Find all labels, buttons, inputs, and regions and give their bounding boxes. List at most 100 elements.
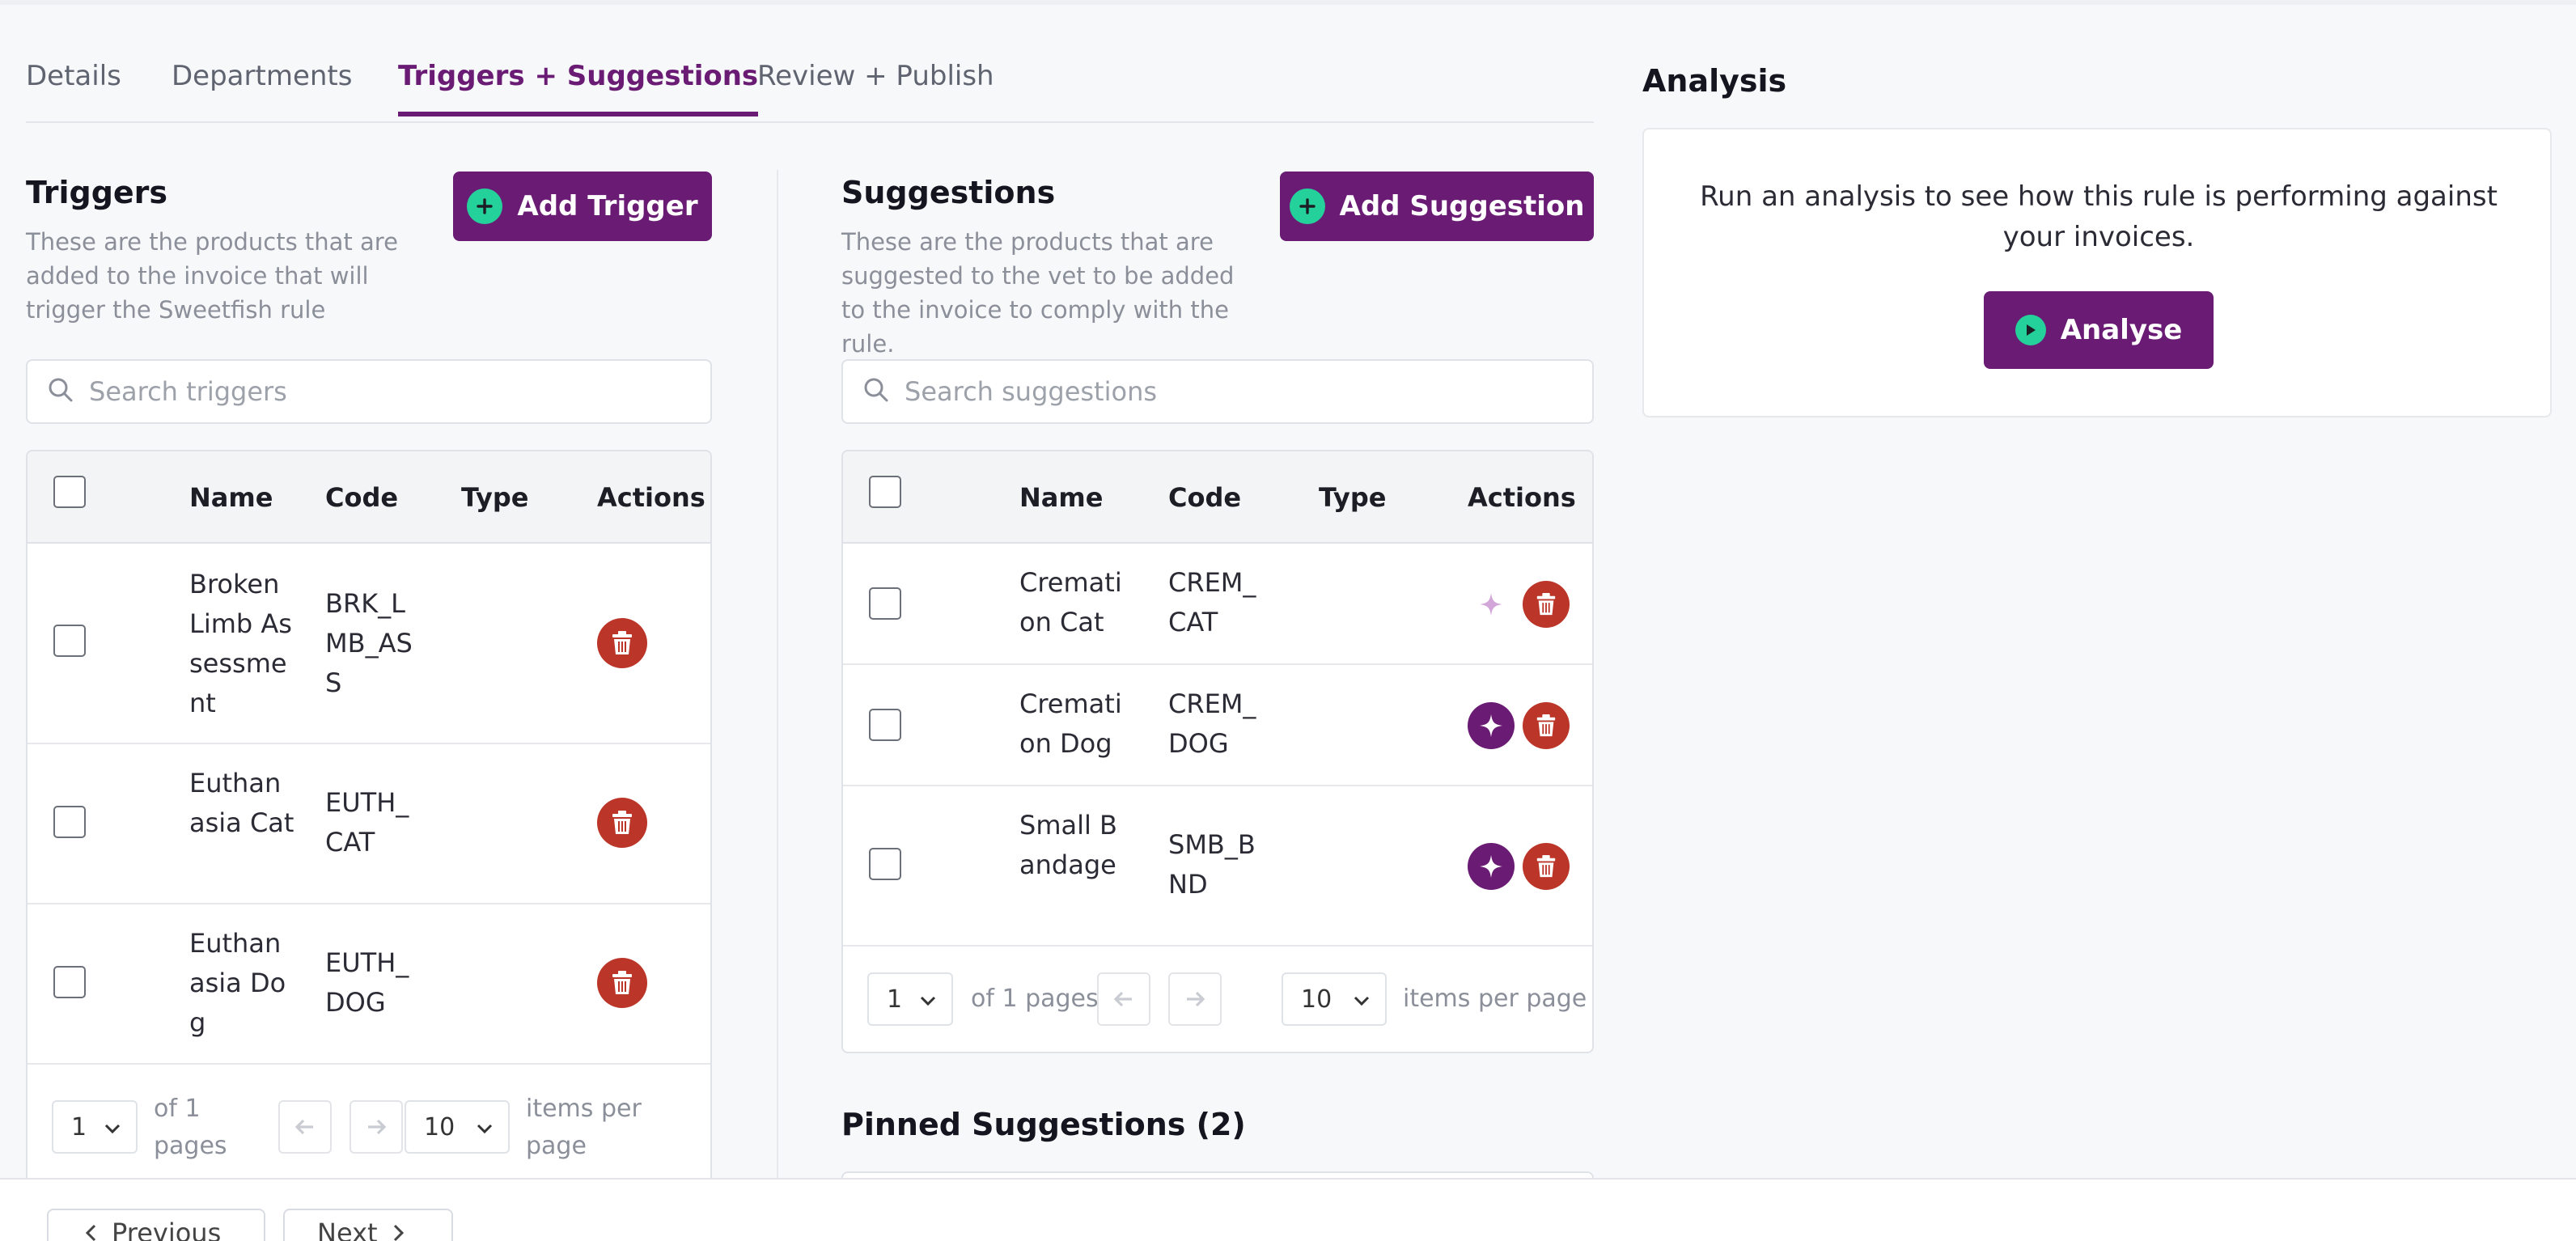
search-icon bbox=[47, 376, 74, 407]
trash-icon bbox=[612, 631, 632, 654]
suggestion-code: CREM_DOG bbox=[1168, 688, 1256, 759]
play-icon bbox=[2015, 315, 2046, 345]
column-actions: Actions bbox=[1468, 482, 1576, 513]
previous-label: Previous bbox=[112, 1218, 222, 1241]
triggers-table-header: Name Code Type Actions bbox=[28, 451, 710, 544]
delete-suggestion-button[interactable] bbox=[1523, 702, 1570, 749]
page-count-text: of 1 pages bbox=[971, 985, 1099, 1013]
row-checkbox[interactable] bbox=[869, 848, 901, 880]
search-suggestions-field[interactable] bbox=[841, 359, 1594, 424]
tab-triggers-suggestions[interactable]: Triggers + Suggestions bbox=[398, 60, 759, 116]
chevron-left-icon bbox=[85, 1224, 96, 1241]
row-checkbox[interactable] bbox=[869, 709, 901, 741]
chevron-down-icon bbox=[920, 996, 936, 1006]
delete-trigger-button[interactable] bbox=[597, 958, 647, 1008]
analysis-card: Run an analysis to see how this rule is … bbox=[1642, 128, 2552, 417]
chevron-down-icon bbox=[477, 1124, 493, 1134]
page-select[interactable]: 1 bbox=[867, 972, 953, 1026]
table-row: Euthanasia Dog EUTH_DOG bbox=[28, 904, 710, 1065]
trigger-code: EUTH_DOG bbox=[325, 947, 409, 1018]
select-all-suggestions-checkbox[interactable] bbox=[869, 476, 901, 508]
table-row: Cremation Cat CREM_CAT bbox=[843, 544, 1592, 665]
column-code: Code bbox=[1168, 482, 1242, 513]
column-name: Name bbox=[1019, 482, 1104, 513]
delete-trigger-button[interactable] bbox=[597, 798, 647, 848]
delete-suggestion-button[interactable] bbox=[1523, 843, 1570, 890]
plus-icon bbox=[1289, 188, 1325, 224]
page-count-text: of 1 pages bbox=[154, 1095, 227, 1160]
per-page-label: items per page bbox=[1403, 985, 1587, 1013]
table-row: Cremation Dog CREM_DOG bbox=[843, 665, 1592, 786]
trash-icon bbox=[1536, 855, 1556, 878]
per-page-select[interactable]: 10 bbox=[405, 1100, 510, 1154]
column-divider bbox=[777, 170, 778, 1181]
per-page-value: 10 bbox=[1301, 985, 1332, 1014]
next-button[interactable]: Next bbox=[283, 1209, 453, 1241]
table-row: Broken Limb Assessment BRK_LMB_ASS bbox=[28, 544, 710, 744]
pin-icon bbox=[1480, 855, 1502, 878]
next-label: Next bbox=[317, 1218, 378, 1241]
analyse-button[interactable]: Analyse bbox=[1984, 291, 2214, 369]
trigger-code: EUTH_CAT bbox=[325, 787, 409, 858]
suggestion-name: Cremation Dog bbox=[1019, 688, 1122, 759]
add-trigger-button[interactable]: Add Trigger bbox=[453, 172, 712, 241]
column-actions: Actions bbox=[597, 482, 705, 513]
pin-suggestion-button[interactable] bbox=[1468, 702, 1515, 749]
tab-review-publish[interactable]: Review + Publish bbox=[757, 60, 994, 112]
arrow-right-icon bbox=[1187, 991, 1205, 1007]
tab-departments[interactable]: Departments bbox=[172, 60, 352, 112]
suggestion-code: SMB_BND bbox=[1168, 829, 1256, 900]
per-page-value: 10 bbox=[424, 1112, 455, 1141]
search-triggers-input[interactable] bbox=[89, 376, 655, 407]
delete-trigger-button[interactable] bbox=[597, 618, 647, 668]
suggestions-table: Name Code Type Actions Cremation Cat CRE… bbox=[841, 450, 1594, 1053]
search-icon bbox=[862, 376, 890, 407]
trigger-name: Euthanasia Dog bbox=[189, 928, 286, 1038]
trash-icon bbox=[1536, 714, 1556, 737]
previous-page-button[interactable] bbox=[278, 1100, 332, 1154]
per-page-select[interactable]: 10 bbox=[1282, 972, 1387, 1026]
arrow-left-icon bbox=[294, 1119, 313, 1135]
add-suggestion-button[interactable]: Add Suggestion bbox=[1280, 172, 1594, 241]
page-select-value: 1 bbox=[71, 1112, 87, 1141]
suggestions-table-header: Name Code Type Actions bbox=[843, 451, 1592, 544]
pinned-suggestions-title: Pinned Suggestions (2) bbox=[841, 1107, 1246, 1142]
analysis-description: Run an analysis to see how this rule is … bbox=[1700, 180, 2498, 253]
next-page-button[interactable] bbox=[1168, 972, 1222, 1026]
pin-suggestion-button[interactable] bbox=[1468, 843, 1515, 890]
search-triggers-field[interactable] bbox=[26, 359, 712, 424]
add-suggestion-label: Add Suggestion bbox=[1339, 190, 1585, 222]
chevron-down-icon bbox=[104, 1124, 121, 1134]
tab-details[interactable]: Details bbox=[26, 60, 121, 112]
table-row: Small Bandage SMB_BND bbox=[843, 786, 1592, 947]
triggers-title: Triggers bbox=[26, 175, 168, 210]
row-checkbox[interactable] bbox=[53, 625, 86, 657]
analyse-label: Analyse bbox=[2060, 314, 2183, 346]
triggers-description: These are the products that are added to… bbox=[26, 228, 398, 324]
previous-button[interactable]: Previous bbox=[47, 1209, 265, 1241]
chevron-right-icon bbox=[393, 1224, 404, 1241]
row-checkbox[interactable] bbox=[53, 966, 86, 998]
table-row: Euthanasia Cat EUTH_CAT bbox=[28, 744, 710, 904]
previous-page-button[interactable] bbox=[1097, 972, 1150, 1026]
row-checkbox[interactable] bbox=[869, 587, 901, 620]
search-suggestions-input[interactable] bbox=[905, 376, 1471, 407]
arrow-left-icon bbox=[1113, 991, 1132, 1007]
analysis-title: Analysis bbox=[1642, 63, 1787, 99]
row-checkbox[interactable] bbox=[53, 806, 86, 838]
trash-icon bbox=[612, 811, 632, 834]
select-all-triggers-checkbox[interactable] bbox=[53, 476, 86, 508]
suggestions-description: These are the products that are suggeste… bbox=[841, 228, 1235, 358]
arrow-right-icon bbox=[368, 1119, 387, 1135]
column-name: Name bbox=[189, 482, 273, 513]
delete-suggestion-button[interactable] bbox=[1523, 581, 1570, 628]
per-page-label: items per page bbox=[526, 1095, 642, 1160]
page-select[interactable]: 1 bbox=[52, 1100, 138, 1154]
trigger-name: Euthanasia Cat bbox=[189, 768, 294, 838]
chevron-down-icon bbox=[1354, 996, 1370, 1006]
pin-icon bbox=[1480, 714, 1502, 737]
column-type: Type bbox=[1319, 482, 1387, 513]
pin-suggestion-button[interactable] bbox=[1468, 581, 1515, 628]
page-select-value: 1 bbox=[887, 985, 903, 1014]
next-page-button[interactable] bbox=[350, 1100, 403, 1154]
